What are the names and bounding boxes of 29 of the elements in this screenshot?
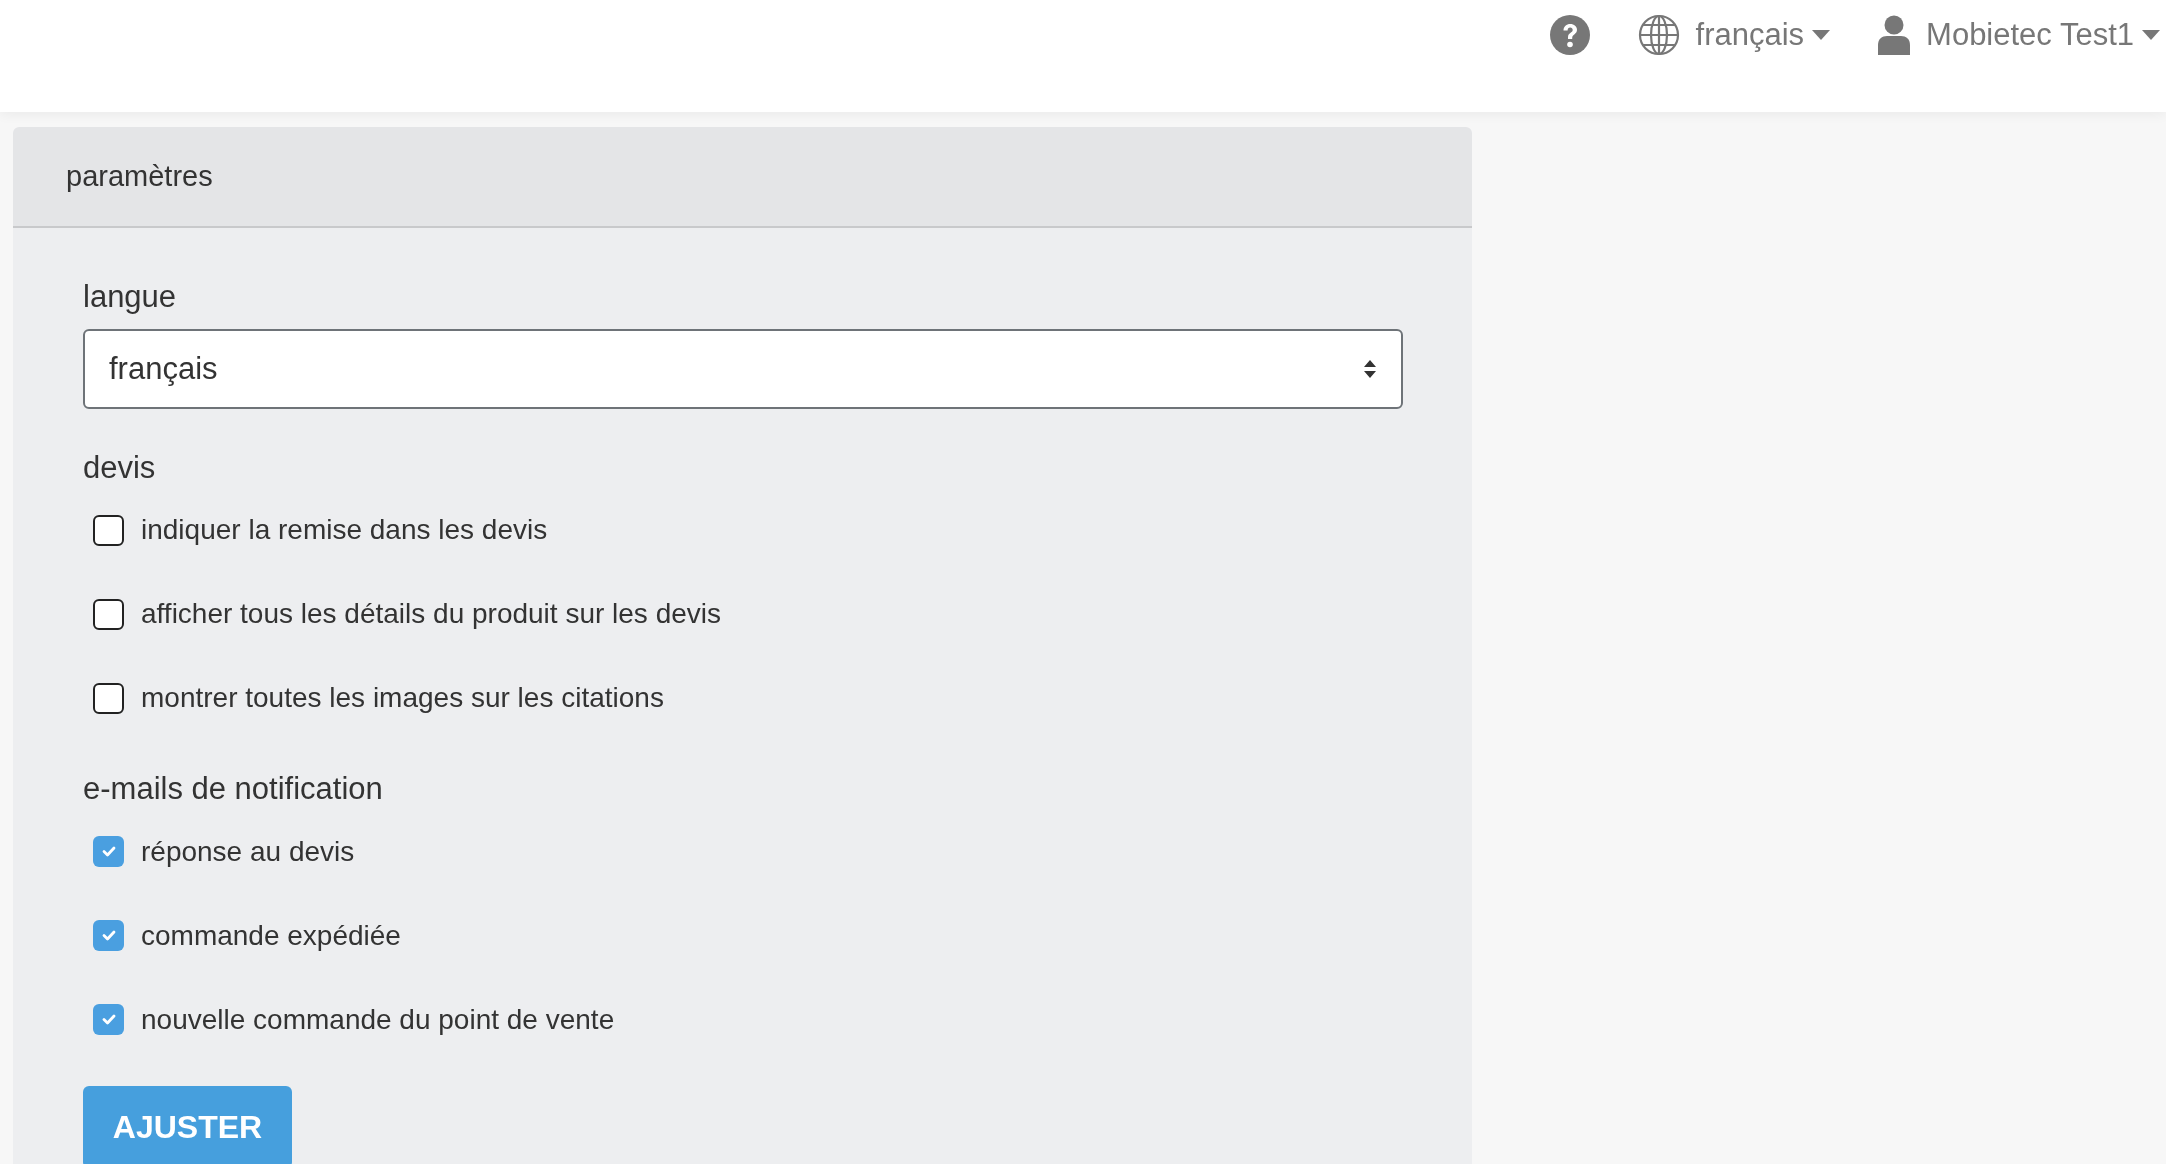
sort-arrows-icon <box>1363 360 1377 379</box>
caret-icon <box>2142 30 2160 40</box>
checkbox-label: afficher tous les détails du produit sur les devis <box>141 597 721 632</box>
checkbox[interactable] <box>93 598 124 630</box>
section-heading: e-mails de notification <box>83 770 384 808</box>
checkbox-label: nouvelle commande du point de vente <box>141 1002 615 1037</box>
checkbox-label: commande expédiée <box>141 918 401 953</box>
checkbox[interactable] <box>93 514 124 546</box>
checkbox-label: montrer toutes les images sur les citations <box>141 681 664 716</box>
checkbox-label: réponse au devis <box>141 834 355 869</box>
card-title: paramètres <box>13 127 1472 228</box>
help-icon[interactable] <box>1549 15 1590 55</box>
checkmark-icon <box>101 1014 116 1026</box>
checkbox[interactable] <box>93 920 124 952</box>
globe-icon <box>1637 14 1680 56</box>
language-select[interactable]: français <box>83 329 1403 410</box>
field-label: langue <box>83 278 178 316</box>
user-dropdown[interactable]: Mobietec Test1 <box>1926 11 2160 59</box>
checkbox-label: indiquer la remise dans les devis <box>141 513 548 548</box>
checkbox[interactable] <box>93 1004 124 1036</box>
submit-button[interactable]: AJUSTER <box>83 1085 292 1164</box>
checkbox[interactable] <box>93 836 124 868</box>
language-dropdown[interactable]: français <box>1695 11 1831 59</box>
user-icon <box>1878 15 1911 55</box>
checkbox[interactable] <box>93 682 124 714</box>
caret-icon <box>1812 30 1831 40</box>
section-heading: devis <box>83 449 157 487</box>
checkmark-icon <box>101 846 116 858</box>
checkmark-icon <box>101 930 116 942</box>
